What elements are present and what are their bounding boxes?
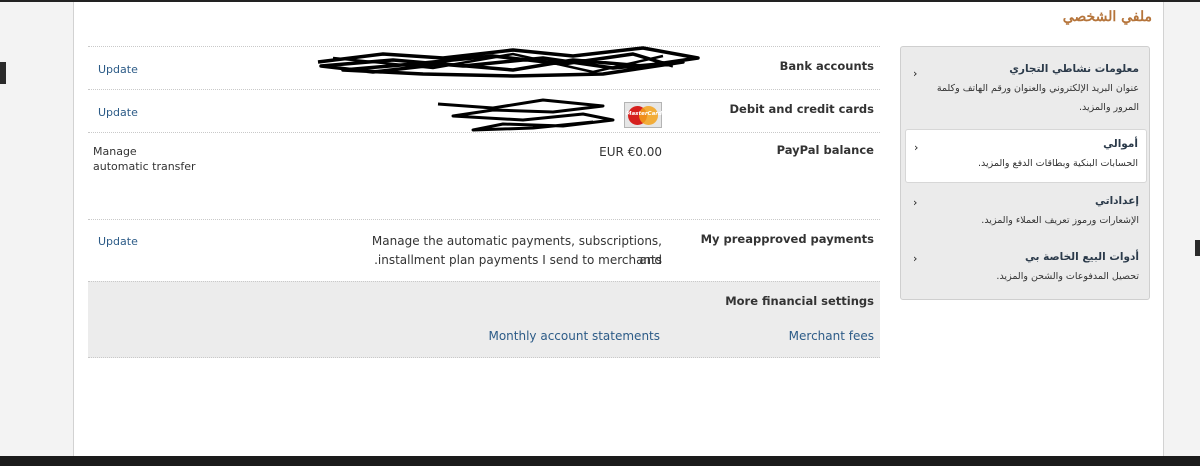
gutter-mark bbox=[0, 62, 6, 84]
sidebar-item-business-info[interactable]: معلومات نشاطي التجاري › عنوان البريد الإ… bbox=[905, 55, 1147, 127]
financial-table: Update Bank accounts Update MasterCard D… bbox=[88, 46, 880, 358]
sidebar-item-title: معلومات نشاطي التجاري bbox=[1009, 63, 1139, 75]
sidebar-item-desc: عنوان البريد الإلكتروني والعنوان ورقم ال… bbox=[936, 83, 1139, 113]
preapproved-payments-label: My preapproved payments bbox=[700, 232, 874, 246]
row-bank-accounts: Update Bank accounts bbox=[88, 46, 880, 89]
paypal-balance-value: EUR €0.00 bbox=[599, 145, 662, 159]
sidebar-item-selling-tools[interactable]: أدوات البيع الخاصة بي › تحصيل المدفوعات … bbox=[905, 243, 1147, 295]
chevron-right-icon: › bbox=[913, 196, 918, 209]
update-bank-link[interactable]: Update bbox=[98, 63, 138, 76]
page-title: ملفي الشخصي bbox=[1062, 9, 1152, 25]
sidebar-item-my-money[interactable]: أموالي › الحسابات البنكية وبطاقات الدفع … bbox=[905, 129, 1147, 183]
redaction-scribble bbox=[437, 98, 615, 132]
monthly-statements-link[interactable]: Monthly account statements bbox=[488, 329, 660, 343]
sidebar-item-desc: الإشعارات ورموز تعريف العملاء والمزيد. bbox=[981, 215, 1139, 226]
merchant-fees-link[interactable]: Merchant fees bbox=[789, 329, 874, 343]
debit-credit-cards-label: Debit and credit cards bbox=[729, 102, 875, 116]
chevron-right-icon: › bbox=[913, 252, 918, 265]
window-top-border bbox=[0, 0, 1200, 2]
preapproved-desc-line2: .installment plan payments I send to mer… bbox=[374, 253, 662, 267]
left-gutter bbox=[0, 2, 74, 456]
redaction-scribble bbox=[317, 46, 700, 78]
row-debit-credit-cards: Update MasterCard Debit and credit cards bbox=[88, 89, 880, 132]
paypal-balance-label: PayPal balance bbox=[776, 143, 874, 157]
sidebar-item-title: أدوات البيع الخاصة بي bbox=[1024, 251, 1139, 263]
row-paypal-balance: Manage automatic transfer EUR €0.00 PayP… bbox=[88, 132, 880, 219]
sidebar-item-title: أموالي bbox=[1103, 138, 1138, 150]
sidebar-item-desc: الحسابات البنكية وبطاقات الدفع والمزيد. bbox=[978, 158, 1138, 169]
update-cards-link[interactable]: Update bbox=[98, 106, 138, 119]
profile-sidebar: معلومات نشاطي التجاري › عنوان البريد الإ… bbox=[900, 46, 1150, 300]
sidebar-item-desc: تحصيل المدفوعات والشحن والمزيد. bbox=[996, 271, 1139, 282]
manage-transfer-line2[interactable]: automatic transfer bbox=[93, 159, 196, 174]
update-preapproved-link[interactable]: Update bbox=[98, 235, 138, 248]
manage-transfer-line1[interactable]: Manage bbox=[93, 144, 137, 159]
window-bottom-border bbox=[0, 456, 1200, 466]
gutter-mark bbox=[1195, 240, 1200, 256]
bank-accounts-label: Bank accounts bbox=[779, 59, 874, 73]
right-gutter bbox=[1163, 2, 1200, 456]
more-settings-heading: More financial settings bbox=[725, 294, 874, 308]
sidebar-item-title: إعداداتي bbox=[1095, 195, 1139, 207]
sidebar-item-settings[interactable]: إعداداتي › الإشعارات ورموز تعريف العملاء… bbox=[905, 187, 1147, 239]
mastercard-logo: MasterCard bbox=[624, 102, 662, 128]
row-preapproved-payments: Update Manage the automatic payments, su… bbox=[88, 219, 880, 281]
chevron-right-icon: › bbox=[914, 141, 919, 154]
more-financial-settings: More financial settings Merchant fees Mo… bbox=[88, 281, 880, 358]
